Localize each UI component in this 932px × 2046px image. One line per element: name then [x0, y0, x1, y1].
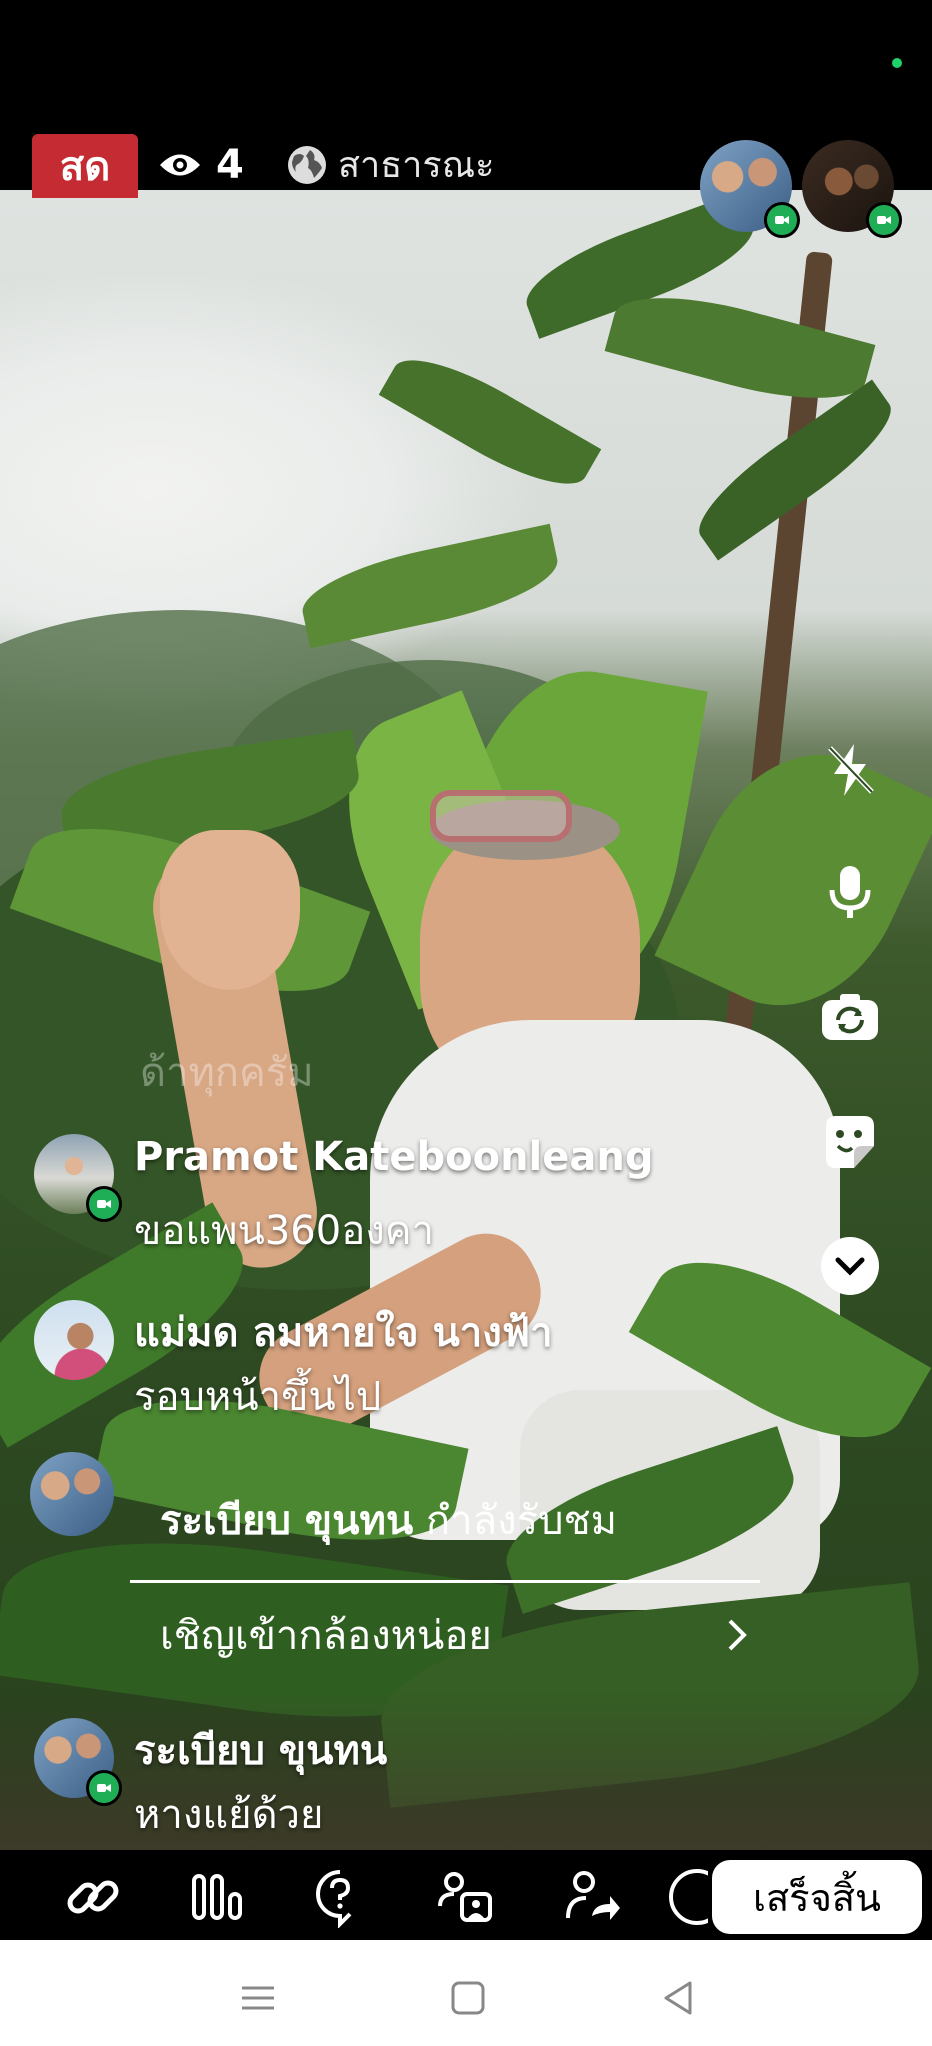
invite-to-camera-button[interactable]: เชิญเข้ากล้องหน่อย — [160, 1600, 750, 1670]
video-camera-icon — [86, 1186, 122, 1222]
camera-in-use-indicator — [892, 58, 902, 68]
poll-button[interactable] — [180, 1860, 254, 1934]
comment-text: ขอแพน360องคา — [134, 1208, 434, 1254]
partial-icon — [668, 1866, 708, 1928]
viewer-name: ระเบียบ ขุนทน — [160, 1498, 414, 1544]
share-person-icon — [560, 1866, 622, 1928]
video-camera-icon — [764, 202, 800, 238]
chevron-down-icon — [818, 1234, 882, 1298]
home-icon — [448, 1978, 488, 2018]
poll-icon — [186, 1866, 248, 1928]
globe-icon — [286, 144, 328, 186]
camera-switch-icon — [818, 986, 882, 1050]
link-icon — [62, 1866, 124, 1928]
microphone-button[interactable] — [814, 856, 886, 928]
back-button[interactable] — [656, 1976, 700, 2020]
viewer-status: กำลังรับชม — [425, 1498, 618, 1544]
comment-item[interactable]: แม่มด ลมหายใจ นางฟ้า รอบหน้าขึ้นไป — [34, 1300, 794, 1430]
qa-button[interactable] — [304, 1860, 378, 1934]
flash-toggle[interactable] — [814, 734, 886, 806]
comment-text: รอบหน้าขึ้นไป — [134, 1374, 382, 1420]
comment-item[interactable]: ระเบียบ ขุนทน หางแย้ด้วย — [34, 1718, 794, 1848]
commenter-name: ระเบียบ ขุนทน — [134, 1728, 388, 1774]
guest-avatar-1[interactable] — [700, 140, 800, 238]
viewer-watching-text: ระเบียบ ขุนทน กำลังรับชม — [160, 1488, 617, 1552]
link-button[interactable] — [56, 1860, 130, 1934]
home-button[interactable] — [446, 1976, 490, 2020]
add-guest-button[interactable] — [428, 1860, 502, 1934]
switch-camera-button[interactable] — [814, 982, 886, 1054]
viewer-count-value: 4 — [216, 142, 244, 188]
eye-icon — [158, 150, 202, 180]
more-controls-button[interactable] — [814, 1230, 886, 1302]
sticker-button[interactable] — [814, 1106, 886, 1178]
viewer-avatar — [30, 1452, 114, 1536]
finish-button[interactable]: เสร็จสิ้น — [712, 1860, 922, 1934]
faded-comment-text: ด้าทุกครัม — [140, 1050, 314, 1096]
flash-off-icon — [818, 738, 882, 802]
invite-to-camera-card: ระเบียบ ขุนทน กำลังรับชม เชิญเข้ากล้องหน… — [130, 1470, 760, 1680]
audience-selector[interactable]: สาธารณะ — [286, 136, 494, 193]
audience-label: สาธารณะ — [338, 145, 495, 186]
commenter-avatar — [34, 1300, 114, 1380]
chevron-right-icon — [726, 1617, 750, 1653]
divider — [130, 1580, 760, 1583]
live-badge: สด — [32, 134, 138, 198]
comment-item[interactable]: Pramot Kateboonleang ขอแพน360องคา — [34, 1134, 794, 1264]
commenter-name: Pramot Kateboonleang — [134, 1134, 654, 1180]
comment-text: หางแย้ด้วย — [134, 1792, 324, 1838]
menu-icon — [238, 1978, 278, 2018]
question-icon — [310, 1866, 372, 1928]
invite-label: เชิญเข้ากล้องหน่อย — [160, 1613, 492, 1659]
recent-apps-button[interactable] — [236, 1976, 280, 2020]
video-camera-icon — [86, 1770, 122, 1806]
commenter-name: แม่มด ลมหายใจ นางฟ้า — [134, 1310, 553, 1356]
more-tools-button[interactable] — [668, 1860, 708, 1934]
microphone-icon — [818, 860, 882, 924]
add-guest-icon — [434, 1866, 496, 1928]
system-navigation-bar — [0, 1940, 932, 2046]
guest-avatar-2[interactable] — [802, 140, 902, 238]
video-camera-icon — [866, 202, 902, 238]
back-icon — [658, 1978, 698, 2018]
share-button[interactable] — [554, 1860, 628, 1934]
sticker-icon — [818, 1110, 882, 1174]
viewer-count[interactable]: 4 — [158, 134, 270, 196]
